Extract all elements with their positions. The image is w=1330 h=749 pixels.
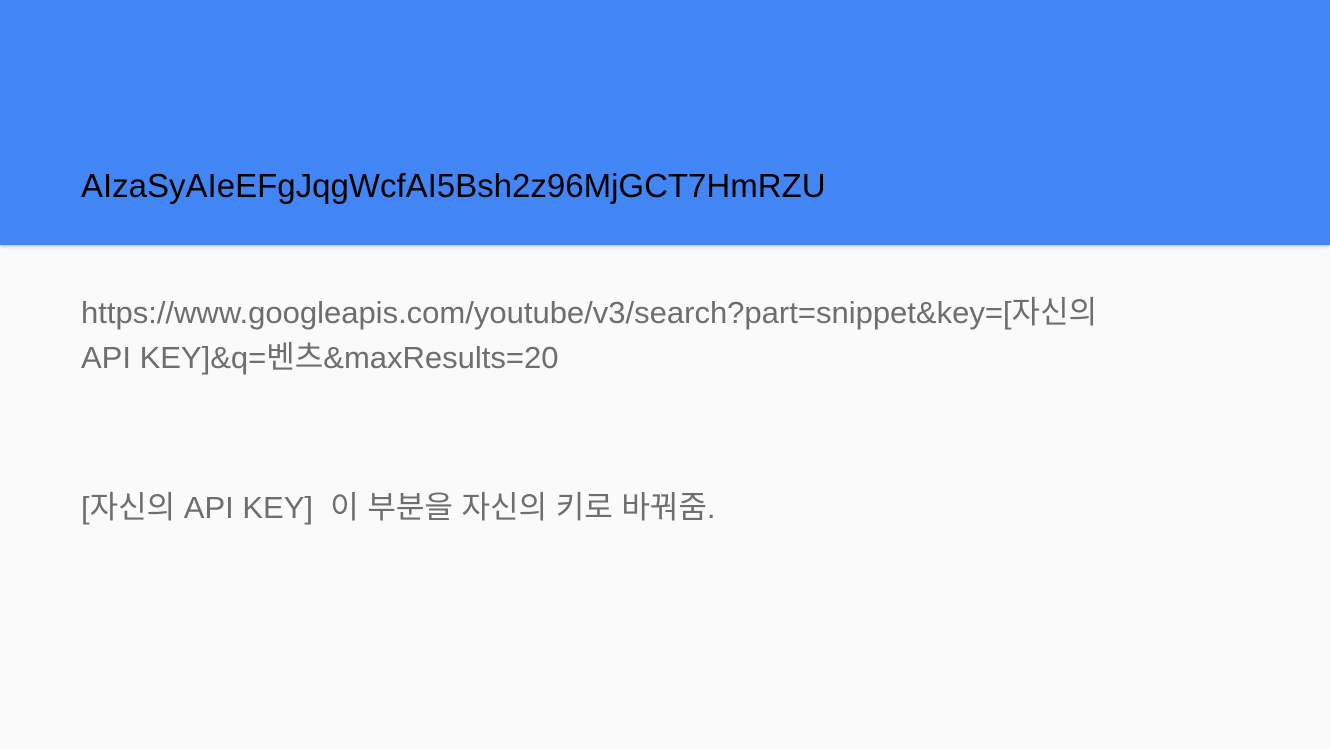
slide-title: AIzaSyAIeEFgJqgWcfAI5Bsh2z96MjGCT7HmRZU — [81, 167, 826, 204]
slide: AIzaSyAIeEFgJqgWcfAI5Bsh2z96MjGCT7HmRZU … — [0, 0, 1330, 749]
title-bar: AIzaSyAIeEFgJqgWcfAI5Bsh2z96MjGCT7HmRZU — [0, 0, 1330, 245]
instruction-note: [자신의 API KEY] 이 부분을 자신의 키로 바꿔줌. — [81, 490, 716, 525]
api-url-text: https://www.googleapis.com/youtube/v3/se… — [81, 290, 1241, 380]
api-url-line-2: API KEY]&q=벤츠&maxResults=20 — [81, 340, 559, 375]
slide-body: https://www.googleapis.com/youtube/v3/se… — [81, 290, 1241, 525]
api-url-line-1: https://www.googleapis.com/youtube/v3/se… — [81, 295, 1098, 330]
